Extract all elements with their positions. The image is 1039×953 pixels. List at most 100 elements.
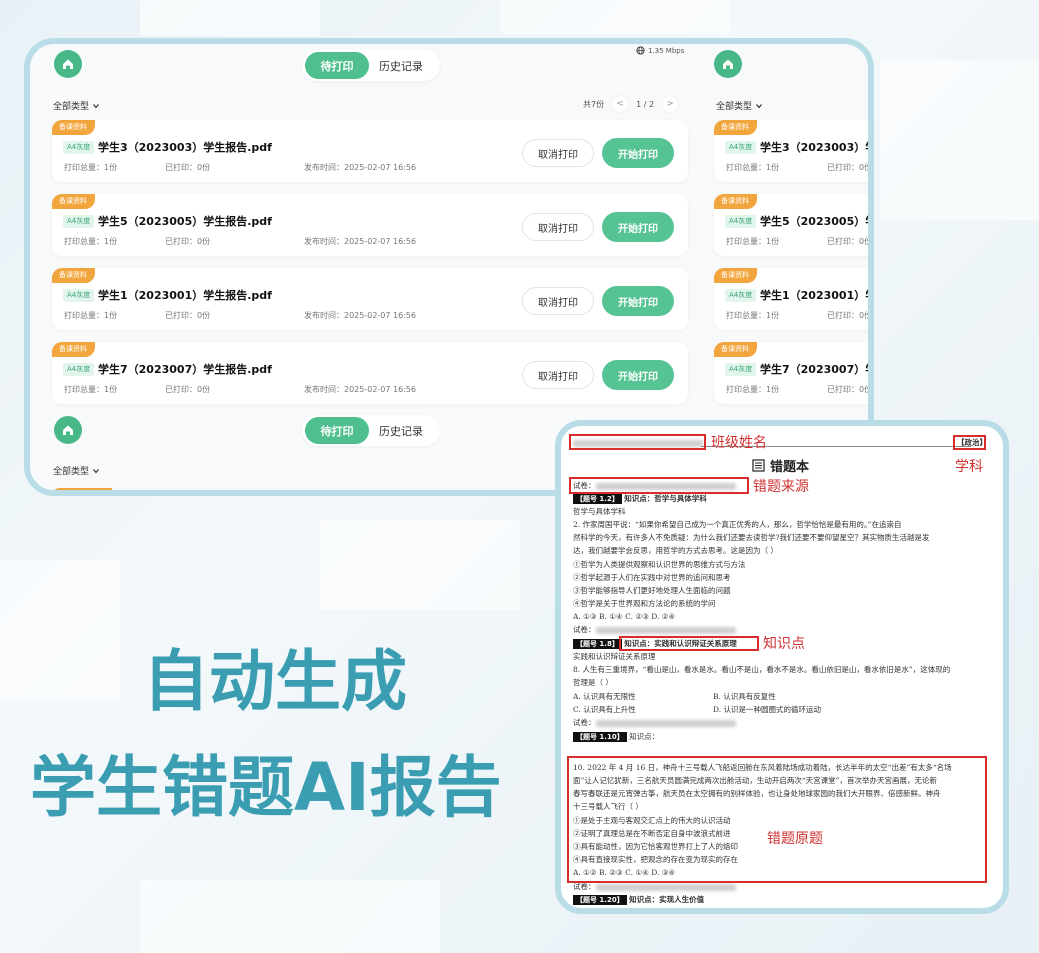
print-total: 打印总量：1份: [64, 163, 118, 172]
tab-bar: 待打印 历史记录: [302, 50, 440, 81]
cancel-print-button[interactable]: 取消打印: [522, 213, 594, 241]
file-name: 学生1（2023001）学生报告.pdf: [98, 289, 272, 302]
q1-line: 2. 作家周国平说：“如果你希望自己成为一个真正优秀的人，那么，哲学恰恰是最有用…: [573, 520, 902, 529]
pagination-page: 1 / 2: [636, 99, 655, 109]
print-job-card-partial: 备课资料 A4灰度 学生1（2023001）学生报告.pdf 打印总量：1份 已…: [714, 268, 873, 330]
home-button-2[interactable]: [714, 50, 742, 78]
file-name: 学生3（2023003）学生报告.pdf: [760, 141, 868, 154]
type-filter-2[interactable]: 全部类型: [716, 99, 763, 112]
category-tag: 备课资料: [714, 120, 757, 135]
print-total: 打印总量：1份: [726, 385, 780, 394]
tab-bar-2: 待打印 历史记录: [302, 415, 440, 446]
home-button[interactable]: [54, 50, 82, 78]
cancel-print-button[interactable]: 取消打印: [522, 361, 594, 389]
tab-pending[interactable]: 待打印: [305, 417, 369, 444]
category-tag: 备课资料: [714, 342, 757, 357]
paper-source-label: 试卷：: [573, 625, 596, 634]
tab-history[interactable]: 历史记录: [369, 52, 433, 79]
start-print-button[interactable]: 开始打印: [602, 138, 674, 168]
start-print-button[interactable]: 开始打印: [602, 286, 674, 316]
q4-header: 【题号 1.20】 知识点：实现人生价值: [573, 895, 704, 905]
printed-count: 已打印：0份: [827, 163, 873, 172]
original-question-label: 错题原题: [767, 831, 823, 847]
home-button-3[interactable]: [54, 416, 82, 444]
chevron-down-icon: [93, 103, 99, 108]
paper-type-badge: A4灰度: [63, 289, 95, 302]
print-job-card: 备课资料 A4灰度 学生7（2023007）学生报告.pdf 打印总量：1份 已…: [52, 342, 688, 404]
print-job-card-partial: 备课资料 A4灰度 学生7（2023007）学生报告.pdf 打印总量：1份 已…: [714, 342, 873, 404]
publish-time: 发布时间：2025-02-07 16:56: [304, 237, 417, 246]
type-filter-label: 全部类型: [53, 467, 90, 477]
q1-header: 【题号 1.2】 知识点：哲学与具体学科: [573, 494, 707, 504]
type-filter[interactable]: 全部类型: [53, 99, 100, 112]
type-filter-label: 全部类型: [53, 102, 90, 112]
q1-tag: 【题号 1.2】: [573, 494, 622, 504]
q2-option: C. 认识具有上升性: [573, 705, 636, 714]
print-total: 打印总量：1份: [726, 311, 780, 320]
paper-type-badge: A4灰度: [63, 363, 95, 376]
q1-line: ②哲学起源于人们在实践中对世界的追问和思考: [573, 573, 731, 582]
q1-line: A. ①③ B. ①④ C. ②③ D. ②④: [573, 612, 676, 621]
category-tag-partial: [52, 488, 112, 490]
q3-knowledge: 知识点：: [629, 732, 660, 741]
doc-title-row: 错题本: [752, 456, 809, 475]
mistake-report-document: 【政治】 错题本 试卷： 【题号 1.2】 知识点：哲学与具体学科 哲学与具体学…: [561, 426, 1003, 908]
file-name: 学生3（2023003）学生报告.pdf: [98, 141, 272, 154]
print-job-card-partial: 备课资料 A4灰度 学生3（2023003）学生报告.pdf 打印总量：1份 已…: [714, 120, 873, 182]
category-tag: 备课资料: [714, 194, 757, 209]
print-total: 打印总量：1份: [64, 385, 118, 394]
pagination-total: 共7份: [583, 99, 605, 109]
printed-count: 已打印：0份: [827, 385, 873, 394]
start-print-button[interactable]: 开始打印: [602, 360, 674, 390]
paper-type-badge: A4灰度: [725, 141, 757, 154]
q2-tag: 【题号 1.8】: [573, 639, 622, 649]
type-filter-3[interactable]: 全部类型: [53, 464, 100, 477]
printed-count: 已打印：0份: [165, 385, 211, 394]
paper-type-badge: A4灰度: [63, 141, 95, 154]
class-name-highlight: [569, 434, 706, 450]
paper-type-badge: A4灰度: [63, 215, 95, 228]
type-filter-label: 全部类型: [716, 102, 753, 112]
q4-knowledge: 知识点：实现人生价值: [629, 895, 705, 904]
q1-knowledge-line: 哲学与具体学科: [573, 507, 626, 516]
mistake-report-window: 【政治】 错题本 试卷： 【题号 1.2】 知识点：哲学与具体学科 哲学与具体学…: [555, 420, 1009, 914]
tab-pending[interactable]: 待打印: [305, 52, 369, 79]
source-highlight: [569, 477, 749, 494]
cancel-print-button[interactable]: 取消打印: [522, 287, 594, 315]
knowledge-highlight: [619, 636, 759, 651]
q1-line: 然科学的今天，有许多人不免质疑：为什么我们还要去读哲学?我们还要不要仰望星空？其…: [573, 533, 930, 542]
print-total: 打印总量：1份: [64, 237, 118, 246]
q1-knowledge: 知识点：哲学与具体学科: [624, 494, 707, 503]
publish-time: 发布时间：2025-02-07 16:56: [304, 163, 417, 172]
print-total: 打印总量：1份: [726, 163, 780, 172]
next-page-button[interactable]: >: [662, 96, 679, 112]
list-icon: [752, 459, 765, 472]
original-question-highlight: [567, 756, 987, 883]
paper-type-badge: A4灰度: [725, 363, 757, 376]
category-tag: 备课资料: [714, 268, 757, 283]
prev-page-button[interactable]: <: [612, 96, 629, 112]
print-total: 打印总量：1份: [64, 311, 118, 320]
q4-source: 试卷：: [573, 882, 736, 892]
q4-tag: 【题号 1.20】: [573, 895, 627, 905]
paper-source-label: 试卷：: [573, 718, 596, 727]
network-speed: 1.35 Mbps: [648, 46, 685, 55]
tab-history[interactable]: 历史记录: [369, 417, 433, 444]
paper-source-label: 试卷：: [573, 882, 596, 891]
class-name-label: 班级姓名: [711, 435, 767, 451]
source-label: 错题来源: [753, 479, 809, 495]
file-name: 学生7（2023007）学生报告.pdf: [760, 363, 868, 376]
print-job-card: 备课资料 A4灰度 学生3（2023003）学生报告.pdf 打印总量：1份 已…: [52, 120, 688, 182]
file-name: 学生5（2023005）学生报告.pdf: [98, 215, 272, 228]
q2-option: D. 认识是一种圆圈式的循环运动: [713, 705, 822, 714]
network-status: 1.35 Mbps: [636, 46, 684, 55]
printed-count: 已打印：0份: [165, 237, 211, 246]
printed-count: 已打印：0份: [827, 311, 873, 320]
subject-highlight: [953, 435, 986, 450]
start-print-button[interactable]: 开始打印: [602, 212, 674, 242]
chevron-down-icon: [756, 103, 762, 108]
category-tag: 备课资料: [52, 120, 95, 135]
headline-line1: 自动生成: [143, 643, 407, 720]
cancel-print-button[interactable]: 取消打印: [522, 139, 594, 167]
q2-source: 试卷：: [573, 625, 736, 635]
